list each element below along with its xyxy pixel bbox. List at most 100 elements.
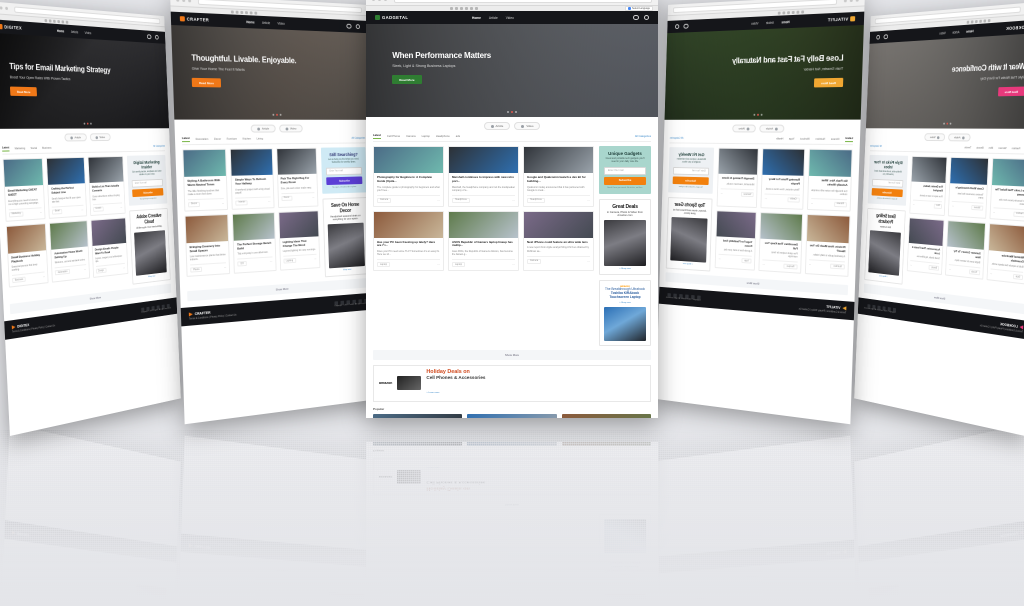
pinterest-icon[interactable] xyxy=(454,7,458,10)
youtube-icon[interactable] xyxy=(966,20,969,24)
youtube-icon[interactable] xyxy=(166,552,170,557)
article-card[interactable]: Next iPhone could feature an ultra wide … xyxy=(523,588,594,606)
twitter-icon[interactable] xyxy=(974,20,978,24)
facebook-icon[interactable] xyxy=(697,560,702,565)
footer-logo[interactable]: CRAFTER xyxy=(188,543,237,551)
ad-shop-link[interactable]: > Shop now xyxy=(868,580,899,586)
article-category-tag[interactable]: Nutrition xyxy=(830,590,845,597)
article-title[interactable]: The Looks That Ruled The Runway xyxy=(994,188,1024,198)
sidebar-ad-secondary[interactable]: amazon The Breakthrough Ultrabook Toshiba … xyxy=(599,514,651,580)
carousel-dot[interactable] xyxy=(761,114,764,117)
pinterest-icon[interactable] xyxy=(49,19,52,23)
share-icon[interactable]: ⋯ xyxy=(913,203,915,206)
article-category-tag[interactable]: DIY xyxy=(237,261,248,267)
instagram-icon[interactable] xyxy=(358,556,362,561)
pinterest-icon[interactable] xyxy=(146,549,150,554)
user-account-icon[interactable] xyxy=(876,34,881,40)
promo-banner[interactable]: amazon Holiday Deals on Cell Phones & Acce… xyxy=(373,364,651,402)
sidebar-ad[interactable]: Save On Home DecorHandpicked seasonal de… xyxy=(322,582,370,606)
ad-shop-link[interactable]: Shop now xyxy=(329,268,365,272)
share-icon[interactable]: ⋯ xyxy=(763,264,765,267)
article-title[interactable]: Google and Qualcomm launch a dev kit for… xyxy=(527,175,590,183)
newsletter-email-input[interactable]: Enter Your mail xyxy=(604,167,646,176)
category-yoga[interactable]: Yoga xyxy=(789,138,795,141)
article-category-tag[interactable]: Recipes xyxy=(783,590,798,596)
twitter-icon[interactable] xyxy=(679,561,684,566)
nav-item-video[interactable]: Video xyxy=(506,16,514,20)
article-card[interactable]: Email Marketing CHEAT SHEET Everything yo… xyxy=(2,158,46,222)
share-icon[interactable]: ⋯ xyxy=(270,261,272,264)
article-category-tag[interactable]: Laptop xyxy=(452,262,466,268)
share-icon[interactable]: ⋯ xyxy=(910,593,912,596)
site-logo[interactable]: CRAFTER xyxy=(179,16,209,23)
search-icon[interactable] xyxy=(883,34,889,40)
newsletter-email-input[interactable]: Enter Your mail xyxy=(871,179,904,189)
share-icon[interactable]: ⋯ xyxy=(437,594,440,597)
article-category-tag[interactable]: Fashion xyxy=(1013,211,1024,218)
article-card[interactable]: Yoga For Flexibility And FocusA gentle f… xyxy=(714,588,757,606)
nav-item-article[interactable]: Article xyxy=(262,20,270,24)
share-icon[interactable]: ⋯ xyxy=(43,276,45,279)
instagram-icon[interactable] xyxy=(469,7,473,10)
promo-learn-more-link[interactable]: > Learn more xyxy=(426,466,439,468)
facebook-icon[interactable] xyxy=(334,554,338,559)
category-ads[interactable]: ads xyxy=(456,135,460,138)
toggle-video[interactable]: Video xyxy=(89,133,111,142)
article-card[interactable]: Coats Worth Investing In Timeless outerwe… xyxy=(948,157,989,219)
share-icon[interactable]: ⋯ xyxy=(949,268,951,271)
article-category-tag[interactable]: Fitness xyxy=(833,201,847,208)
nav-item-home[interactable]: Home xyxy=(57,28,65,32)
youtube-icon[interactable] xyxy=(474,7,478,10)
article-card[interactable]: Has your PC been freezing up lately? Her… xyxy=(373,210,444,272)
instagram-icon[interactable] xyxy=(161,551,165,556)
article-category-tag[interactable]: Decor xyxy=(281,195,293,201)
nav-item-article[interactable]: Article xyxy=(952,30,959,34)
hero-cta-button[interactable]: Read More xyxy=(814,77,843,88)
footer-logo[interactable]: LOOKBOOK xyxy=(980,530,1024,541)
article-card[interactable]: Google and Qualcomm launch a dev kit for… xyxy=(523,146,594,207)
article-title[interactable]: Running Plans For Busy People xyxy=(765,177,800,186)
article-card[interactable]: Yoga For Flexibility And FocusA gentle f… xyxy=(714,210,757,272)
article-card[interactable]: The Perfect Storage Bench BuildTidy entr… xyxy=(232,211,277,275)
article-category-tag[interactable]: Design xyxy=(95,585,107,592)
carousel-dot[interactable] xyxy=(946,123,949,126)
nav-item-video[interactable]: Video xyxy=(939,31,946,35)
category-latest[interactable]: Latest xyxy=(2,146,10,153)
ad-shop-link[interactable]: > Shop now xyxy=(670,262,706,266)
newsletter-subscribe-button[interactable]: Subscribe xyxy=(604,177,646,185)
site-logo[interactable]: DIGITEX xyxy=(0,23,22,31)
article-title[interactable]: Minimal Wardrobe Essentials xyxy=(991,596,1024,606)
sidebar-ad[interactable]: Great Dealsin Camera, Photo & Video from… xyxy=(599,584,651,606)
article-card[interactable]: Automation Flows Worth Setting UpWelcome… xyxy=(49,576,90,606)
sidebar-ad[interactable]: Adobe Creative CloudAll the apps. One me… xyxy=(129,575,171,606)
article-category-tag[interactable]: Decor xyxy=(188,201,201,208)
article-card[interactable]: Accessories That Finish A LookSmall deta… xyxy=(906,584,945,606)
user-account-icon[interactable] xyxy=(355,23,361,30)
category-beauty[interactable]: Beauty xyxy=(976,147,983,150)
carousel-dot[interactable] xyxy=(507,111,509,114)
toggle-video[interactable]: Video xyxy=(278,124,303,133)
linkedin-icon[interactable] xyxy=(685,561,689,566)
share-icon[interactable]: ⋯ xyxy=(268,200,270,203)
show-more-button[interactable]: Show More xyxy=(373,500,651,511)
ad-secondary-link[interactable]: > Shop now xyxy=(604,302,646,304)
facebook-icon[interactable] xyxy=(449,7,453,10)
article-card[interactable]: Pick The Right Rug For Every Room Size, p… xyxy=(275,148,319,208)
newsletter-email-input[interactable]: Enter Your mail xyxy=(325,167,363,176)
category-laptop[interactable]: Laptop xyxy=(422,135,430,138)
article-title[interactable]: Pick The Right Rug For Every Room xyxy=(281,176,315,185)
share-icon[interactable]: ⋯ xyxy=(512,263,515,266)
twitter-icon[interactable] xyxy=(57,20,61,24)
instagram-icon[interactable] xyxy=(250,11,253,15)
nav-item-video[interactable]: Video xyxy=(277,21,284,25)
article-title[interactable]: ASUS Republic of Gamers laptop lineup ha… xyxy=(452,240,515,248)
article-card[interactable]: Bringing Greenery Into Small SpacesLow m… xyxy=(184,213,231,278)
article-card[interactable]: Summer Colours To Try NowBright tones fo… xyxy=(945,580,986,606)
category-health[interactable]: Health xyxy=(776,138,783,141)
carousel-dot[interactable] xyxy=(515,111,517,114)
youtube-icon[interactable] xyxy=(66,20,69,24)
facebook-icon[interactable] xyxy=(140,548,145,553)
search-icon[interactable] xyxy=(146,34,152,40)
promo-banner[interactable]: amazon Holiday Deals on Cell Phones & Acce… xyxy=(373,458,651,496)
linkedin-icon[interactable] xyxy=(882,549,886,554)
